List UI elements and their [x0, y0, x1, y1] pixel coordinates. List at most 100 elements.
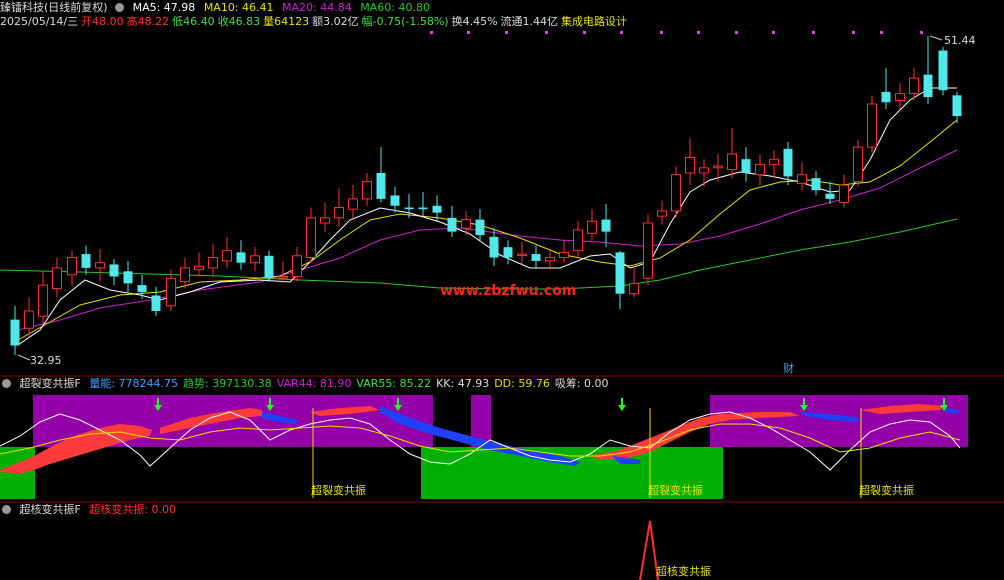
signal-dot [880, 31, 883, 34]
candle [461, 210, 471, 236]
signal-dot [620, 31, 623, 34]
quote-field: 高48.22 [126, 15, 170, 28]
candle [432, 195, 442, 222]
signal-dot [545, 31, 548, 34]
candle [109, 259, 119, 286]
candle [222, 236, 232, 268]
indicator-settings-icon[interactable] [115, 3, 125, 12]
low-marker: 32.95 [17, 354, 62, 367]
quote-field: 量64123 [263, 15, 310, 28]
candle [615, 250, 625, 310]
candle [952, 91, 962, 123]
panel3-value: 超核变共振: 0.00 [89, 503, 177, 516]
candle [306, 207, 316, 263]
stock-title: 臻镭科技(日线前复权) [0, 1, 108, 14]
signal-dot [772, 31, 775, 34]
purple-zone [471, 395, 491, 447]
candle [38, 271, 48, 324]
blue-ribbon [800, 412, 860, 422]
quote-field: 低46.40 [172, 15, 215, 28]
signal-dot [812, 31, 815, 34]
candle [727, 128, 737, 179]
quote-field: 集成电路设计 [561, 15, 628, 28]
resonance-signal: 超裂变共振 [311, 408, 366, 498]
main-header-row2: 2025/05/14/三 开48.00 高48.22 低46.40 收46.83 量641… [0, 15, 630, 29]
quote-field: 额3.02亿 [312, 15, 359, 28]
candle [320, 202, 330, 232]
down-arrow-icon [154, 398, 162, 411]
candle [362, 172, 372, 206]
candle [769, 150, 779, 179]
candle [418, 191, 428, 217]
candle [475, 209, 485, 241]
ma10-label: MA10: 46.41 [203, 1, 274, 14]
panel2-value: 量能: 778244.75 [89, 377, 179, 390]
candle [489, 228, 499, 267]
panel2-value: 吸筹: 0.00 [554, 377, 609, 390]
candle [137, 274, 147, 299]
candle [503, 240, 513, 265]
panel3-title: 超核变共振F [19, 503, 81, 516]
candle [264, 250, 274, 282]
candle [881, 67, 891, 110]
panel2-title: 超裂变共振F [19, 377, 81, 390]
blue-ribbon [944, 408, 960, 414]
candle [895, 83, 905, 110]
candle [601, 204, 611, 248]
svg-text:超核变共振: 超核变共振 [656, 564, 711, 578]
red-ribbon [310, 406, 380, 416]
candle [545, 248, 555, 270]
candle [713, 154, 723, 182]
candle [67, 250, 77, 286]
panel2-settings-icon[interactable] [2, 379, 11, 388]
red-ribbon [0, 424, 152, 474]
purple-zone [710, 395, 968, 447]
candle [292, 247, 302, 282]
candle [825, 181, 835, 205]
panel2-value: VAR44: 81.90 [276, 377, 352, 390]
finance-tag[interactable]: 财 [783, 361, 794, 375]
candle [194, 252, 204, 277]
candle [853, 140, 863, 187]
candle [741, 147, 751, 182]
candle [390, 186, 400, 213]
candle [180, 257, 190, 289]
candle [24, 297, 34, 337]
candle [447, 205, 457, 237]
main-header-row1: 臻镭科技(日线前复权) MA5: 47.98 MA10: 46.41 MA20:… [0, 1, 435, 15]
quote-field: 换4.45% [451, 15, 498, 28]
dd-line [0, 423, 961, 457]
candle [755, 154, 765, 186]
candle [334, 188, 344, 227]
candle [573, 221, 583, 258]
candle [10, 305, 20, 355]
quote-field: 2025/05/14/三 [0, 15, 79, 28]
signal-dot [467, 31, 470, 34]
blue-ribbon [262, 412, 298, 424]
candle [95, 248, 105, 282]
candle [685, 138, 695, 186]
candle [587, 209, 597, 241]
panel3-settings-icon[interactable] [2, 505, 11, 514]
ma60-line [0, 218, 958, 290]
ma60-label: MA60: 40.80 [360, 1, 430, 14]
candle [123, 260, 133, 293]
purple-zone [33, 395, 433, 447]
ma20-line [17, 149, 958, 331]
signal-dot [920, 31, 923, 34]
candle [657, 200, 667, 225]
candle [531, 245, 541, 268]
candle [236, 240, 246, 270]
signal-dot [735, 31, 738, 34]
candle [643, 214, 653, 286]
candle [52, 257, 62, 298]
quote-field: 收46.83 [217, 15, 261, 28]
candle [166, 269, 176, 312]
svg-text:超裂变共振: 超裂变共振 [859, 483, 914, 497]
ma5-line [17, 87, 957, 346]
green-zone [421, 447, 723, 499]
candle [559, 240, 569, 263]
signal-dot [697, 31, 700, 34]
panel2-value: KK: 47.93 [436, 377, 490, 390]
candle [517, 241, 527, 265]
